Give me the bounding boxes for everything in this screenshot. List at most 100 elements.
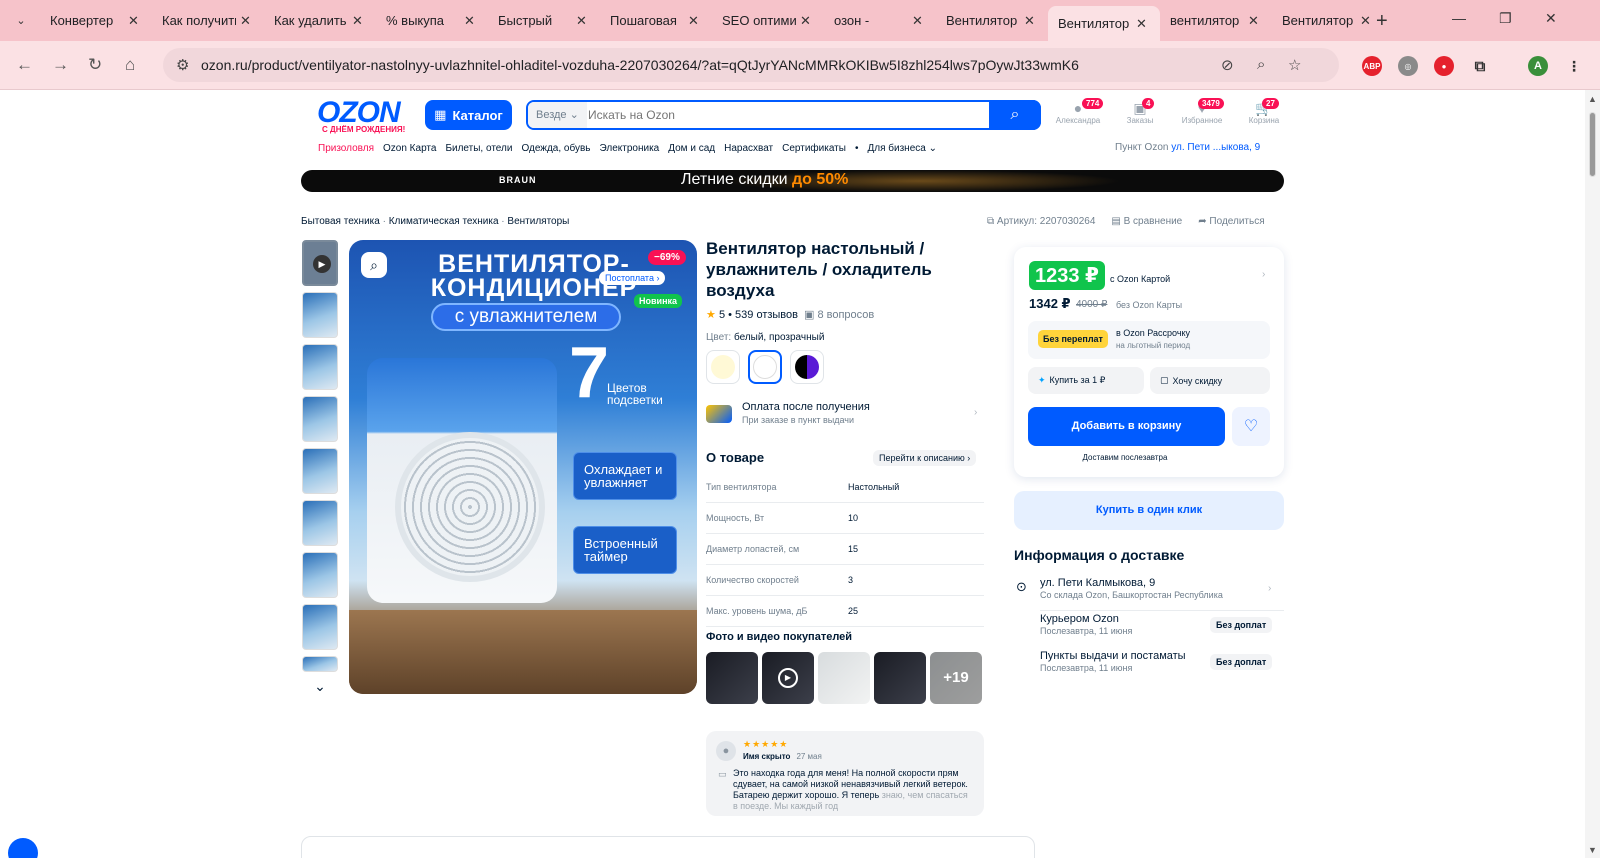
tab-close-icon[interactable]: ✕ <box>912 13 926 29</box>
article-number[interactable]: ⧉ Артикул: 2207030264 <box>987 216 1095 227</box>
home-icon[interactable]: ⌂ <box>125 55 135 75</box>
share-button[interactable]: ➦ Поделиться <box>1198 216 1264 227</box>
buy-one-click-button[interactable]: Купить в один клик <box>1014 491 1284 530</box>
thumbnail[interactable] <box>302 500 338 546</box>
scrollbar-thumb[interactable] <box>1589 112 1596 177</box>
eye-off-icon[interactable]: ⊘ <box>1221 56 1234 74</box>
chat-bubble-button[interactable] <box>8 838 38 858</box>
add-to-cart-button[interactable]: Добавить в корзину <box>1028 407 1225 446</box>
browser-tab[interactable]: Вентилятор ✕ <box>1272 6 1384 35</box>
search-button[interactable]: ⌕ <box>989 100 1041 130</box>
globe-extension-icon[interactable]: ◎ <box>1398 56 1418 76</box>
page-scrollbar[interactable]: ▲ ▼ <box>1585 90 1600 858</box>
top-menu-item[interactable]: Для бизнеса ⌄ <box>867 143 937 154</box>
product-main-image[interactable]: ⌕ ВЕНТИЛЯТОР-КОНДИЦИОНЕР −69% Постоплата… <box>349 240 697 694</box>
customer-video[interactable]: ▶ <box>762 652 814 704</box>
tab-search-button[interactable]: ⌄ <box>10 9 32 31</box>
tab-close-icon[interactable]: ✕ <box>128 13 142 29</box>
browser-tab[interactable]: ▶Как получить✕ <box>152 6 264 35</box>
tab-close-icon[interactable]: ✕ <box>1136 16 1150 32</box>
customer-photo-more[interactable]: +19 <box>930 652 982 704</box>
top-menu-item[interactable]: Электроника <box>600 143 660 154</box>
browser-tab[interactable]: Вентилятор ✕ <box>936 6 1048 35</box>
top-menu-item[interactable]: Сертификаты <box>782 143 846 154</box>
catalog-button[interactable]: ▦ Каталог <box>425 100 512 130</box>
tab-close-icon[interactable]: ✕ <box>1248 13 1262 29</box>
tab-close-icon[interactable]: ✕ <box>464 13 478 29</box>
profile-avatar[interactable]: A <box>1528 56 1548 76</box>
thumbnail[interactable] <box>302 292 338 338</box>
customer-photo[interactable] <box>818 652 870 704</box>
installment-block[interactable]: Без переплат в Ozon Рассрочку на льготны… <box>1028 321 1270 359</box>
new-tab-button[interactable]: + <box>1376 10 1388 33</box>
thumbnail[interactable] <box>302 656 338 672</box>
extensions-puzzle-icon[interactable]: ⧉ <box>1470 56 1490 76</box>
forward-icon[interactable]: → <box>52 55 69 75</box>
tab-close-icon[interactable]: ✕ <box>352 13 366 29</box>
color-swatch[interactable] <box>706 350 740 384</box>
questions-link[interactable]: ▣ 8 вопросов <box>804 309 874 321</box>
color-swatch[interactable] <box>748 350 782 384</box>
chevron-down-icon[interactable]: ⌄ <box>302 678 338 695</box>
minimize-icon[interactable]: — <box>1452 10 1466 26</box>
thumbnail[interactable] <box>302 396 338 442</box>
image-search-icon[interactable]: ⌕ <box>361 252 387 278</box>
rating-row[interactable]: ★ 5 • 539 отзывов ▣ 8 вопросов <box>706 308 874 321</box>
browser-tab[interactable]: вентилятор ✕ <box>1160 6 1272 35</box>
adblock-extension-icon[interactable]: ABP <box>1362 56 1382 76</box>
zoom-icon[interactable]: ⌕ <box>1257 56 1265 73</box>
top-menu-item[interactable]: Дом и сад <box>668 143 715 154</box>
customer-photo[interactable] <box>874 652 926 704</box>
scroll-down-icon[interactable]: ▼ <box>1588 845 1597 855</box>
kebab-menu-icon[interactable]: ⋮ <box>1564 56 1584 76</box>
back-icon[interactable]: ← <box>16 55 33 75</box>
browser-tab[interactable]: G% выкупа✕ <box>376 6 488 35</box>
compare-button[interactable]: ▤ В сравнение <box>1111 216 1182 227</box>
address-bar[interactable]: ⚙ ozon.ru/product/ventilyator-nastolnyy-… <box>163 48 1339 82</box>
profile-link[interactable]: ● 774 Александра <box>1054 98 1104 125</box>
browser-tab[interactable]: Gозон -✕ <box>824 6 936 35</box>
browser-tab[interactable]: GПошаговая✕ <box>600 6 712 35</box>
top-menu-item[interactable]: Нарасхват <box>724 143 773 154</box>
bookmark-star-icon[interactable]: ☆ <box>1288 56 1301 74</box>
thumbnail-video[interactable] <box>302 240 338 286</box>
browser-tab[interactable]: Вентилятор ✕ <box>1048 6 1160 41</box>
tab-close-icon[interactable]: ✕ <box>240 13 254 29</box>
breadcrumb-item[interactable]: Бытовая техника <box>301 216 380 227</box>
url-text[interactable]: ozon.ru/product/ventilyator-nastolnyy-uv… <box>201 57 1079 73</box>
search-scope-select[interactable]: Везде ⌄ <box>528 102 587 128</box>
top-menu-item[interactable]: Ozon Карта <box>383 143 436 154</box>
postpay-badge[interactable]: Постоплата › <box>599 271 666 285</box>
browser-tab[interactable]: Быстрый ✕ <box>488 6 600 35</box>
top-menu-item[interactable]: • <box>855 143 859 154</box>
browser-tab[interactable]: WSEO оптимизация✕ <box>712 6 824 35</box>
tab-close-icon[interactable]: ✕ <box>688 13 702 29</box>
reload-icon[interactable]: ↻ <box>88 55 102 75</box>
tab-close-icon[interactable]: ✕ <box>800 13 814 29</box>
review-card[interactable]: ● ★★★★★ Имя скрыто 27 мая ▭ Это находка г… <box>706 731 984 816</box>
favorites-link[interactable]: ♥3479Избранное <box>1178 98 1226 125</box>
thumbnail[interactable] <box>302 448 338 494</box>
site-info-icon[interactable]: ⚙ <box>176 56 189 74</box>
browser-tab[interactable]: Как удалить ✕ <box>264 6 376 35</box>
go-to-description-link[interactable]: Перейти к описанию › <box>873 450 977 466</box>
customer-photo[interactable] <box>706 652 758 704</box>
browser-tab[interactable]: GКонвертер✕ <box>40 6 152 35</box>
thumbnail[interactable] <box>302 604 338 650</box>
top-menu-item[interactable]: Билеты, отели <box>445 143 512 154</box>
restore-icon[interactable]: ❐ <box>1499 10 1512 27</box>
cart-link[interactable]: 🛒27Корзина <box>1240 98 1288 125</box>
orders-link[interactable]: ▣ 4 Заказы <box>1116 98 1164 125</box>
spec-row[interactable]: Тип вентилятора Настольный <box>706 472 984 503</box>
tab-close-icon[interactable]: ✕ <box>1360 13 1374 29</box>
color-swatch[interactable] <box>790 350 824 384</box>
chevron-right-icon[interactable]: › <box>1262 269 1265 280</box>
tab-close-icon[interactable]: ✕ <box>1024 13 1038 29</box>
close-window-icon[interactable]: ✕ <box>1545 10 1557 27</box>
ozon-logo[interactable]: OZON <box>317 98 415 128</box>
thumbnail[interactable] <box>302 344 338 390</box>
want-discount-button[interactable]: ▢ Хочу скидку <box>1150 367 1270 394</box>
reviews-count[interactable]: 539 отзывов <box>735 309 798 321</box>
add-to-favorites-button[interactable]: ♡ <box>1232 407 1270 446</box>
breadcrumb-item[interactable]: Климатическая техника <box>389 216 499 227</box>
